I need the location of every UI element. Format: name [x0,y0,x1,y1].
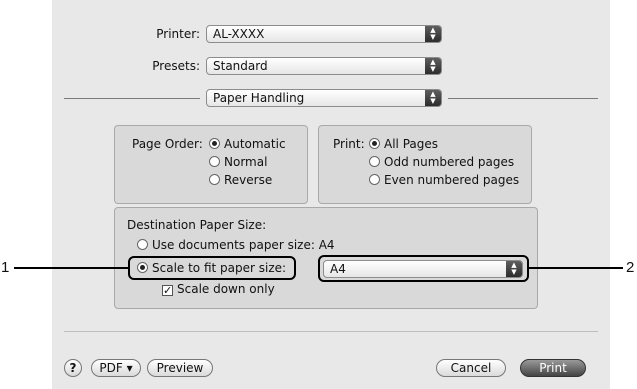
presets-value: Standard [213,59,268,73]
checkmark-icon: ✓ [162,284,173,297]
printer-value: AL-XXXX [213,27,265,41]
callout-2-highlight [318,255,529,282]
callout-2-number: 2 [626,259,635,276]
page-order-normal[interactable]: Normal [209,155,267,169]
radio-icon [369,174,380,185]
use-documents-value: A4 [318,238,335,252]
help-button[interactable]: ? [64,359,82,377]
print-all-pages[interactable]: All Pages [369,137,438,151]
print-button[interactable]: Print [520,359,586,377]
radio-selected-icon [209,138,220,149]
page-order-label: Page Order: [132,137,203,151]
radio-icon [209,174,220,185]
callout-1-highlight [128,256,296,280]
preview-button[interactable]: Preview [147,359,213,377]
callout-2-line [529,267,623,269]
presets-label: Presets: [152,59,200,73]
pdf-button[interactable]: PDF ▾ [91,359,141,377]
print-even-pages[interactable]: Even numbered pages [369,173,519,187]
popup-arrows-icon: ▲ ▼ [425,26,441,42]
panel-popup[interactable]: Paper Handling ▲ ▼ [206,89,442,107]
panel-separator-left [64,98,200,99]
scale-down-only-checkbox[interactable]: ✓ Scale down only [162,282,275,296]
radio-icon [209,156,220,167]
presets-popup[interactable]: Standard ▲ ▼ [206,57,442,75]
panel-separator-right [448,98,598,99]
cancel-button[interactable]: Cancel [436,359,506,377]
print-label: Print: [333,137,365,151]
bottom-separator [64,331,598,332]
radio-selected-icon [369,138,380,149]
page-order-automatic[interactable]: Automatic [209,137,286,151]
page-order-reverse[interactable]: Reverse [209,173,272,187]
print-odd-pages[interactable]: Odd numbered pages [369,155,514,169]
radio-icon [137,239,148,250]
callout-1-number: 1 [1,259,10,276]
callout-1-line [14,267,128,269]
panel-value: Paper Handling [213,91,305,105]
use-documents-paper-size-option[interactable]: Use documents paper size: A4 [137,238,335,252]
printer-popup[interactable]: AL-XXXX ▲ ▼ [206,25,442,43]
printer-label: Printer: [156,27,200,41]
radio-icon [369,156,380,167]
destination-heading: Destination Paper Size: [127,218,267,232]
popup-arrows-icon: ▲ ▼ [425,90,441,106]
print-dialog: Printer: AL-XXXX ▲ ▼ Presets: Standard ▲ ▼… [52,0,610,389]
popup-arrows-icon: ▲ ▼ [425,58,441,74]
